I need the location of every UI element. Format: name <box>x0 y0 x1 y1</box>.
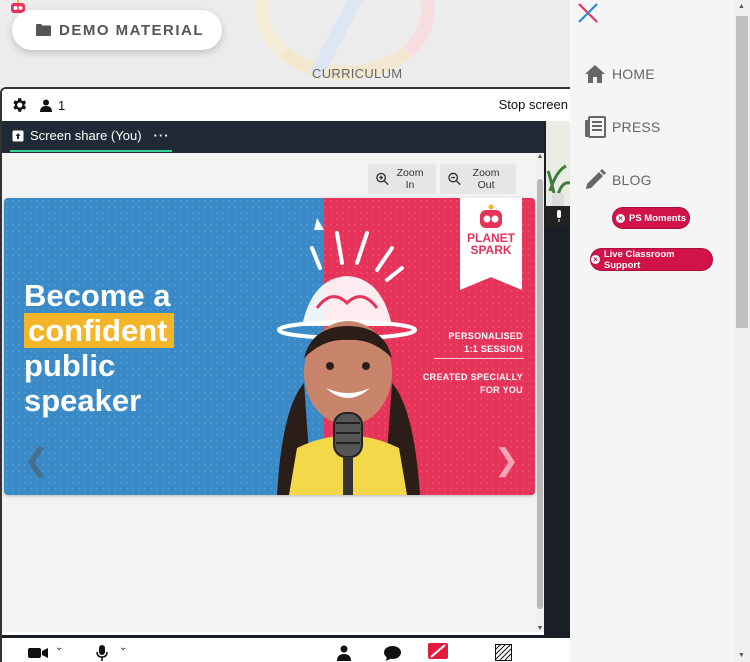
zoom-out-label: Zoom Out <box>472 167 500 191</box>
gear-icon[interactable] <box>10 96 28 114</box>
plant-icon <box>546 121 570 206</box>
chat-icon[interactable] <box>384 646 401 661</box>
zoom-out-button[interactable]: Zoom Out <box>440 164 516 194</box>
share-scrollbar[interactable]: ▲ ▼ <box>536 153 544 632</box>
participant-mic-icon <box>546 206 570 226</box>
sidebar-item-label: HOME <box>612 66 655 82</box>
demo-material-button[interactable]: DEMO MATERIAL <box>12 10 222 50</box>
side-menu: HOME PRESS BLOG × PS Moments × Live Clas… <box>570 0 750 662</box>
tab-screen-share[interactable]: Screen share (You) ··· <box>10 121 172 152</box>
microphone-icon[interactable] <box>96 645 108 661</box>
person-icon <box>40 99 52 112</box>
screen-share-icon <box>12 130 24 141</box>
call-toolbar: ⌄ ⌄ <box>2 635 570 662</box>
newspaper-icon <box>585 116 606 138</box>
carousel-prev-icon[interactable]: ❮ <box>24 443 49 478</box>
pencil-icon <box>586 169 606 189</box>
participant-thumbnail[interactable] <box>546 121 570 206</box>
close-circle-icon: × <box>615 213 625 223</box>
stop-screen-button[interactable]: Stop screen <box>499 97 568 112</box>
zoom-in-button[interactable]: Zoom In <box>368 164 436 194</box>
stop-share-icon[interactable] <box>427 642 449 660</box>
sidebar-item-home[interactable]: HOME <box>584 64 655 84</box>
microphone-options-chevron-icon[interactable]: ⌄ <box>119 642 127 653</box>
live-classroom-support-button[interactable]: × Live Classroom Support <box>590 248 713 271</box>
whiteboard-icon[interactable] <box>495 644 512 661</box>
banner-headline: Become a confident public speaker <box>24 278 174 418</box>
close-icon[interactable] <box>576 1 600 25</box>
sidebar-item-label: PRESS <box>612 119 661 135</box>
participants-icon[interactable] <box>337 645 351 661</box>
zoom-out-icon <box>448 172 461 186</box>
participant-count: 1 <box>58 97 66 113</box>
participants-indicator[interactable]: 1 <box>40 98 65 113</box>
planet-spark-badge: PLANET SPARK <box>460 198 522 290</box>
folder-icon <box>36 24 51 36</box>
sidebar-item-label: BLOG <box>612 172 652 188</box>
robot-logo-icon <box>480 204 502 228</box>
home-icon <box>585 65 605 83</box>
sidebar-scrollbar[interactable]: ▲ ▼ <box>734 0 750 662</box>
camera-options-chevron-icon[interactable]: ⌄ <box>55 642 63 653</box>
share-tab-bar: Screen share (You) ··· <box>2 121 544 153</box>
promo-banner: Become a confident public speaker PLANET… <box>4 198 535 495</box>
girl-with-microphone-illustration <box>277 218 420 495</box>
zoom-in-label: Zoom In <box>396 167 424 191</box>
banner-tagline-created: CREATED SPECIALLY FOR YOU <box>422 372 523 395</box>
sidebar-item-blog[interactable]: BLOG <box>584 169 652 191</box>
curriculum-link[interactable]: CURRICULUM <box>312 66 402 81</box>
shared-screen-area: Zoom In Zoom Out Become a confident publ… <box>2 153 536 632</box>
close-circle-icon: × <box>591 255 600 264</box>
banner-tagline-personalised: PERSONALISED 1:1 SESSION <box>448 331 523 354</box>
camera-icon[interactable] <box>28 647 48 659</box>
sidebar-item-press[interactable]: PRESS <box>584 116 660 138</box>
demo-material-label: DEMO MATERIAL <box>59 21 205 39</box>
zoom-in-icon <box>376 172 389 186</box>
video-call-window: 1 Stop screen Screen share (You) ··· Zoo… <box>0 87 570 662</box>
ps-moments-button[interactable]: × PS Moments <box>612 207 690 229</box>
tab-more-icon[interactable]: ··· <box>154 128 170 143</box>
tab-label: Screen share (You) <box>30 128 142 143</box>
carousel-next-icon[interactable]: ❯ <box>494 443 519 478</box>
call-top-bar: 1 Stop screen <box>2 89 570 121</box>
